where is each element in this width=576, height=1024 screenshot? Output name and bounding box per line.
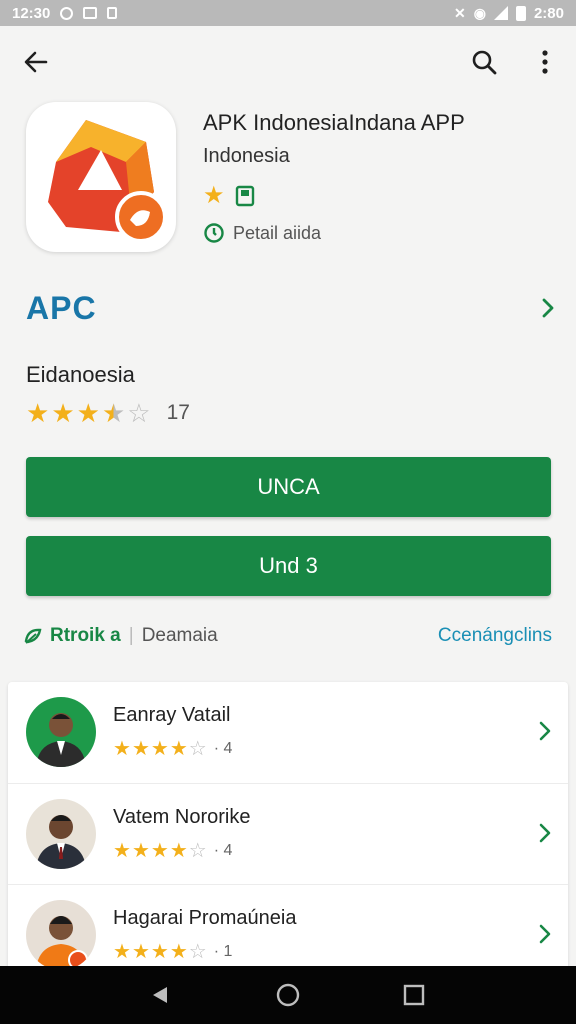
app-notification-icon	[107, 7, 118, 19]
search-icon	[472, 50, 497, 75]
avatar	[26, 900, 96, 970]
mute-icon: ✕	[454, 4, 466, 21]
star-icon: ★	[169, 941, 188, 963]
link-right[interactable]: Ccenángclins	[438, 625, 552, 647]
status-right-text: 2:80	[533, 4, 564, 22]
nav-home-icon	[276, 983, 300, 1007]
app-title: APK IndonesiaIndana APP	[203, 110, 465, 135]
battery-icon	[515, 5, 526, 21]
star-icon: ★	[113, 941, 131, 963]
list-item-rating: ★ ★ ★ ★ ☆ · 4	[113, 739, 232, 759]
list-item-name: Eanray Vatail	[113, 704, 231, 726]
link-middle[interactable]: Deamaia	[142, 625, 218, 647]
list-item-rating: ★ ★ ★ ★ ☆ · 4	[113, 841, 232, 861]
list-item[interactable]: Eanray Vatail ★ ★ ★ ★ ☆ · 4	[8, 682, 568, 783]
half-star-icon: ★	[101, 398, 126, 428]
nav-back-icon	[153, 987, 167, 1003]
link-left-label: Rtroik a	[50, 625, 121, 646]
star-icon: ★	[131, 941, 150, 963]
avatar	[26, 799, 96, 869]
list-item-rating-label: · 4	[213, 842, 233, 859]
star-icon: ★	[150, 941, 169, 963]
rating-count: 17	[166, 401, 190, 424]
list-item-name: Vatem Nororike	[113, 806, 251, 828]
brand-row[interactable]: APC	[26, 286, 556, 330]
list-item[interactable]: Hagarai Promaúneia ★ ★ ★ ★ ☆ · 1	[8, 884, 568, 972]
list-item-rating: ★ ★ ★ ★ ☆ · 1	[113, 942, 232, 962]
star-icon: ★	[131, 738, 150, 760]
link-separator: |	[128, 625, 134, 646]
secondary-action-button[interactable]: Und 3	[26, 536, 551, 596]
chevron-right-icon	[539, 924, 551, 944]
star-icon: ★	[113, 738, 131, 760]
star-icon: ★	[203, 182, 225, 209]
developer-rating: ★ ★ ★ ★ ☆ 17	[26, 400, 190, 426]
related-list: Eanray Vatail ★ ★ ★ ★ ☆ · 4 Vatem Norori…	[8, 682, 568, 972]
app-meta-label: Petail aiida	[233, 222, 322, 243]
message-icon	[83, 7, 98, 19]
list-item-rating-label: · 4	[213, 740, 233, 757]
back-button[interactable]	[18, 44, 54, 80]
search-button[interactable]	[466, 44, 502, 80]
person-icon	[36, 916, 88, 970]
chevron-right-icon	[539, 721, 551, 741]
list-item-name: Hagarai Promaúneia	[113, 907, 297, 929]
chevron-right-icon	[539, 823, 551, 843]
links-row: Rtroik a | Deamaia Ccenángclins	[24, 625, 552, 647]
nav-recents-button[interactable]	[398, 979, 430, 1011]
system-nav-bar	[0, 966, 576, 1024]
nav-home-button[interactable]	[272, 979, 304, 1011]
notification-icon	[60, 6, 74, 20]
star-icon: ★	[169, 738, 188, 760]
top-app-bar	[0, 26, 576, 98]
star-icon: ★	[76, 398, 100, 428]
app-subtitle: Indonesia	[203, 145, 290, 167]
star-icon: ★	[26, 398, 50, 428]
star-icon: ★	[113, 840, 131, 862]
empty-star-icon: ☆	[188, 941, 207, 963]
leaf-icon	[24, 628, 42, 644]
nav-back-button[interactable]	[144, 979, 176, 1011]
clock-icon	[204, 223, 224, 243]
person-icon	[36, 713, 86, 767]
star-icon: ★	[150, 738, 169, 760]
empty-star-icon: ☆	[188, 840, 207, 862]
star-icon: ★	[51, 398, 75, 428]
developer-name: Eidanoesia	[26, 362, 135, 387]
nav-recents-icon	[403, 984, 425, 1006]
signal-icon	[493, 6, 508, 20]
avatar	[26, 697, 96, 767]
bookmark-icon	[235, 185, 254, 206]
empty-star-icon: ☆	[127, 398, 151, 428]
primary-action-button[interactable]: UNCA	[26, 457, 551, 517]
list-item[interactable]: Vatem Nororike ★ ★ ★ ★ ☆ · 4	[8, 783, 568, 884]
app-meta: Petail aiida	[203, 222, 321, 244]
person-icon	[36, 815, 86, 869]
more-vert-icon	[542, 50, 548, 74]
wifi-icon: ◉	[473, 4, 486, 21]
back-arrow-icon	[24, 51, 48, 73]
status-bar: 12:30 ✕ ◉ 2:80	[0, 0, 576, 26]
chevron-right-icon	[542, 298, 554, 318]
app-logo-icon	[48, 120, 167, 243]
more-options-button[interactable]	[527, 44, 563, 80]
link-left[interactable]: Rtroik a	[24, 625, 121, 647]
status-time: 12:30	[12, 4, 51, 22]
list-item-rating-label: · 1	[213, 943, 233, 960]
empty-star-icon: ☆	[188, 738, 207, 760]
brand-text: APC	[26, 289, 97, 326]
app-badges: ★	[203, 181, 255, 210]
star-icon: ★	[150, 840, 169, 862]
star-icon: ★	[131, 840, 150, 862]
star-icon: ★	[169, 840, 188, 862]
app-icon	[26, 102, 176, 252]
